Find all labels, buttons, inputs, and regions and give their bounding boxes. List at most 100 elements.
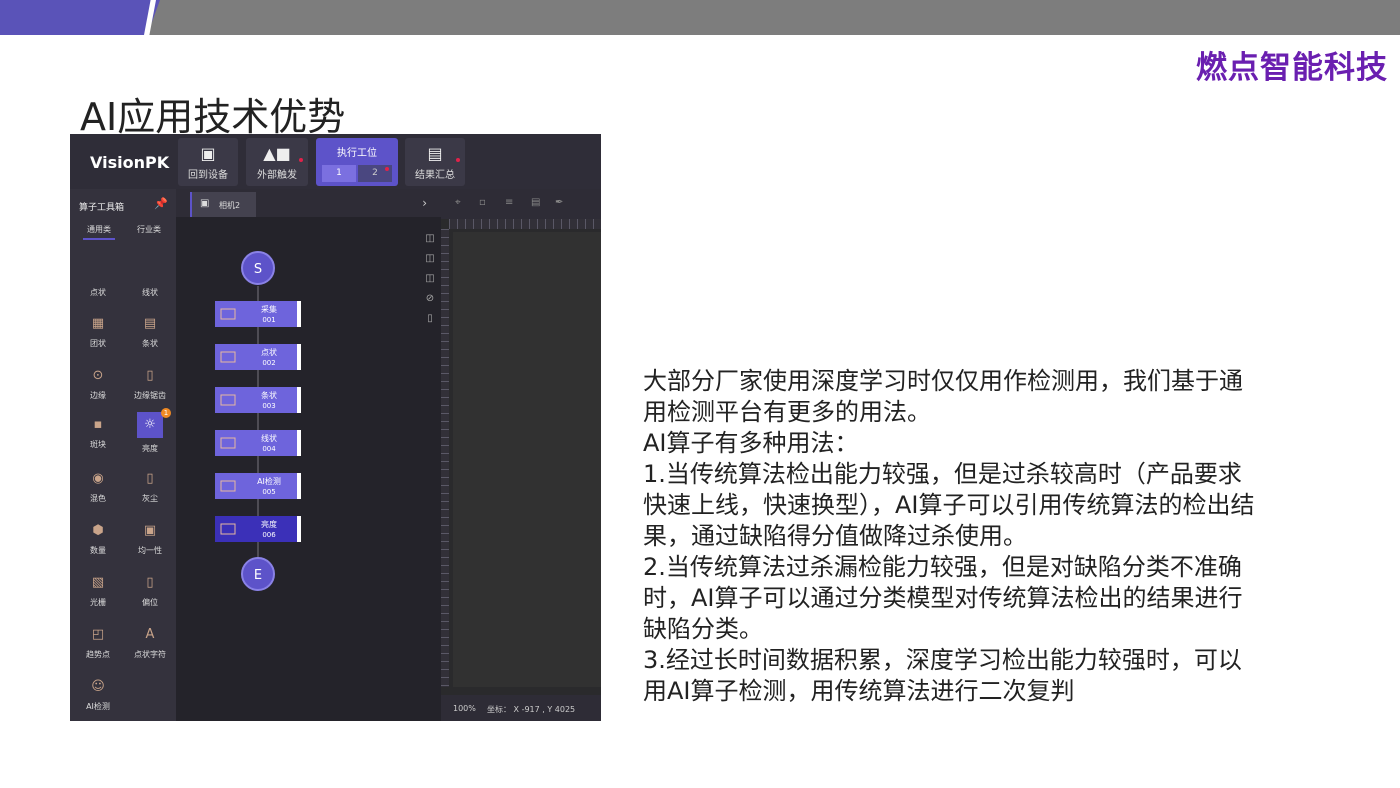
ruler-vertical (441, 229, 449, 687)
tool-count[interactable]: ⬢ 数量 (76, 523, 120, 556)
top-bar-accent (0, 0, 160, 35)
flow-node-id: 004 (262, 445, 276, 453)
cursor-coordinates: 坐标： X -917 , Y 4025 (487, 705, 576, 714)
tool-stripe[interactable]: ▤ 条状 (128, 316, 172, 349)
app-logo: VisionPK (90, 153, 170, 172)
image-icon[interactable]: ▤ (531, 197, 540, 208)
exec-step-1[interactable]: 1 (322, 165, 356, 182)
flow-node[interactable]: 点状 002 (215, 344, 301, 370)
pen-icon[interactable]: ✒ (555, 197, 563, 208)
alert-dot (385, 167, 389, 171)
description-paragraph: AI算子有多种用法： (643, 429, 859, 457)
flow-node[interactable]: 线状 004 (215, 430, 301, 456)
canvas-toolbar: ⌖ ▫ ≡ ▤ ✒ (441, 189, 601, 219)
tool-line[interactable]: 线状 (128, 287, 172, 298)
disable-icon[interactable]: ⊘ (424, 289, 436, 309)
page-icon[interactable]: ▯ (424, 309, 436, 329)
flow-node-box (215, 516, 301, 542)
flow-node[interactable]: 亮度 006 (215, 516, 301, 542)
blob-icon: ▦ (91, 316, 105, 331)
tool-patch-label: 斑块 (90, 440, 106, 449)
flow-node-box (215, 301, 301, 327)
flow-node-label: 线状 (261, 433, 277, 443)
flow-node-marker (297, 473, 301, 499)
delete-icon[interactable]: ◫ (424, 269, 436, 289)
description-text: 大部分厂家使用深度学习时仅仅用作检测用，我们基于通用检测平台有更多的用法。 AI… (643, 366, 1263, 707)
exec-step-2[interactable]: 2 (358, 165, 392, 182)
tool-dot-label: 点状 (90, 288, 106, 297)
tool-brightness[interactable]: ☼ 1 亮度 (128, 408, 172, 454)
tool-edge-sawtooth-label: 边缘锯齿 (134, 391, 166, 400)
flow-node-id: 005 (262, 488, 275, 496)
tool-dust[interactable]: ▯ 灰尘 (128, 471, 172, 504)
tool-stripe-label: 条状 (142, 339, 158, 348)
monitor-icon: ▣ (200, 144, 216, 163)
tool-ai-detect[interactable]: ☺ AI检测 (76, 679, 120, 712)
roi-icon[interactable]: ▫ (479, 197, 486, 208)
tool-edge-sawtooth[interactable]: ▯ 边缘锯齿 (128, 368, 172, 401)
description-paragraph: 3.经过长时间数据积累，深度学习检出能力较强时，可以用AI算子检测，用传统算法进… (643, 646, 1242, 705)
flow-node-box (215, 430, 301, 456)
grating-icon: ▧ (91, 575, 105, 590)
external-trigger-label: 外部触发 (257, 170, 297, 181)
mixcolor-icon: ◉ (92, 471, 104, 486)
lines-icon[interactable]: ≡ (505, 197, 513, 208)
flow-node[interactable]: 采集 001 (215, 301, 301, 327)
edge-sawtooth-icon: ▯ (146, 368, 154, 383)
tool-grating[interactable]: ▧ 光栅 (76, 575, 120, 608)
tool-patch[interactable]: ▪ 斑块 (76, 417, 120, 450)
back-to-device-button[interactable]: ▣ 回到设备 (178, 138, 238, 186)
tool-blob[interactable]: ▦ 团状 (76, 316, 120, 349)
tool-ai-detect-label: AI检测 (86, 702, 110, 711)
flow-node-id: 001 (262, 316, 275, 324)
flow-diagram: S 采集 001 点状 002 条状 003 线状 004 AI检测 005 亮度 006 E (215, 251, 301, 591)
trend-point-icon: ◰ (91, 627, 105, 642)
external-trigger-button[interactable]: ▲■ 外部触发 (246, 138, 308, 186)
tool-count-label: 数量 (90, 546, 106, 555)
result-summary-button[interactable]: ▤ 结果汇总 (405, 138, 465, 186)
brand-name: 燃点智能科技 (1196, 50, 1388, 86)
flow-node-box (215, 387, 301, 413)
flow-side-toolbar: ◫ ◫ ◫ ⊘ ▯ (424, 229, 436, 329)
flow-node-marker (297, 430, 301, 456)
flow-node[interactable]: AI检测 005 (215, 473, 301, 499)
description-paragraph: 1.当传统算法检出能力较强，但是过杀较高时（产品要求快速上线，快速换型），AI算… (643, 460, 1255, 550)
tool-offset[interactable]: ▯ 偏位 (128, 575, 172, 608)
tool-dot[interactable]: 点状 (76, 287, 120, 298)
flow-node-marker (297, 516, 301, 542)
crosshair-icon[interactable]: ⌖ (455, 197, 461, 208)
tool-badge: 1 (161, 408, 171, 418)
tool-grating-label: 光栅 (90, 598, 106, 607)
tool-uniformity[interactable]: ▣ 均一性 (128, 523, 172, 556)
tab-general[interactable]: 通用类 (83, 224, 115, 240)
exec-station-title: 执行工位 (337, 148, 377, 159)
tool-line-label: 线状 (142, 288, 158, 297)
copy-icon[interactable]: ◫ (424, 229, 436, 249)
brightness-icon: ☼ (137, 412, 163, 438)
tool-edge[interactable]: ⊙ 边缘 (76, 368, 120, 401)
stripe-icon: ▤ (143, 316, 157, 331)
edge-icon: ⊙ (92, 368, 104, 383)
top-bar (0, 0, 1400, 35)
tab-industry[interactable]: 行业类 (137, 224, 161, 235)
flow-node-label: 条状 (261, 390, 277, 400)
result-summary-label: 结果汇总 (415, 170, 455, 181)
image-canvas-panel: ⌖ ▫ ≡ ▤ ✒ 100% 坐标： X -917 , Y 4025 (441, 189, 601, 721)
pin-icon[interactable]: 📌 (154, 197, 168, 210)
image-canvas[interactable] (453, 232, 601, 687)
uniformity-icon: ▣ (143, 523, 157, 538)
ruler-horizontal (449, 219, 601, 229)
tool-dot-char[interactable]: A 点状字符 (128, 627, 172, 660)
exec-station-panel[interactable]: 执行工位 1 2 (316, 138, 398, 186)
slide-title: AI应用技术优势 (80, 95, 346, 139)
tool-trend-point[interactable]: ◰ 趋势点 (76, 627, 120, 660)
flow-panel: ▣ 相机2 › S 采集 001 点状 002 条状 003 线状 004 AI检测 005 亮度 00… (176, 189, 441, 721)
paste-icon[interactable]: ◫ (424, 249, 436, 269)
tool-mixcolor[interactable]: ◉ 混色 (76, 471, 120, 504)
flow-node[interactable]: 条状 003 (215, 387, 301, 413)
tool-mixcolor-label: 混色 (90, 494, 106, 503)
flow-node-box (215, 344, 301, 370)
alert-dot (456, 158, 460, 162)
flow-node-marker (297, 301, 301, 327)
ai-detect-icon: ☺ (91, 679, 105, 694)
